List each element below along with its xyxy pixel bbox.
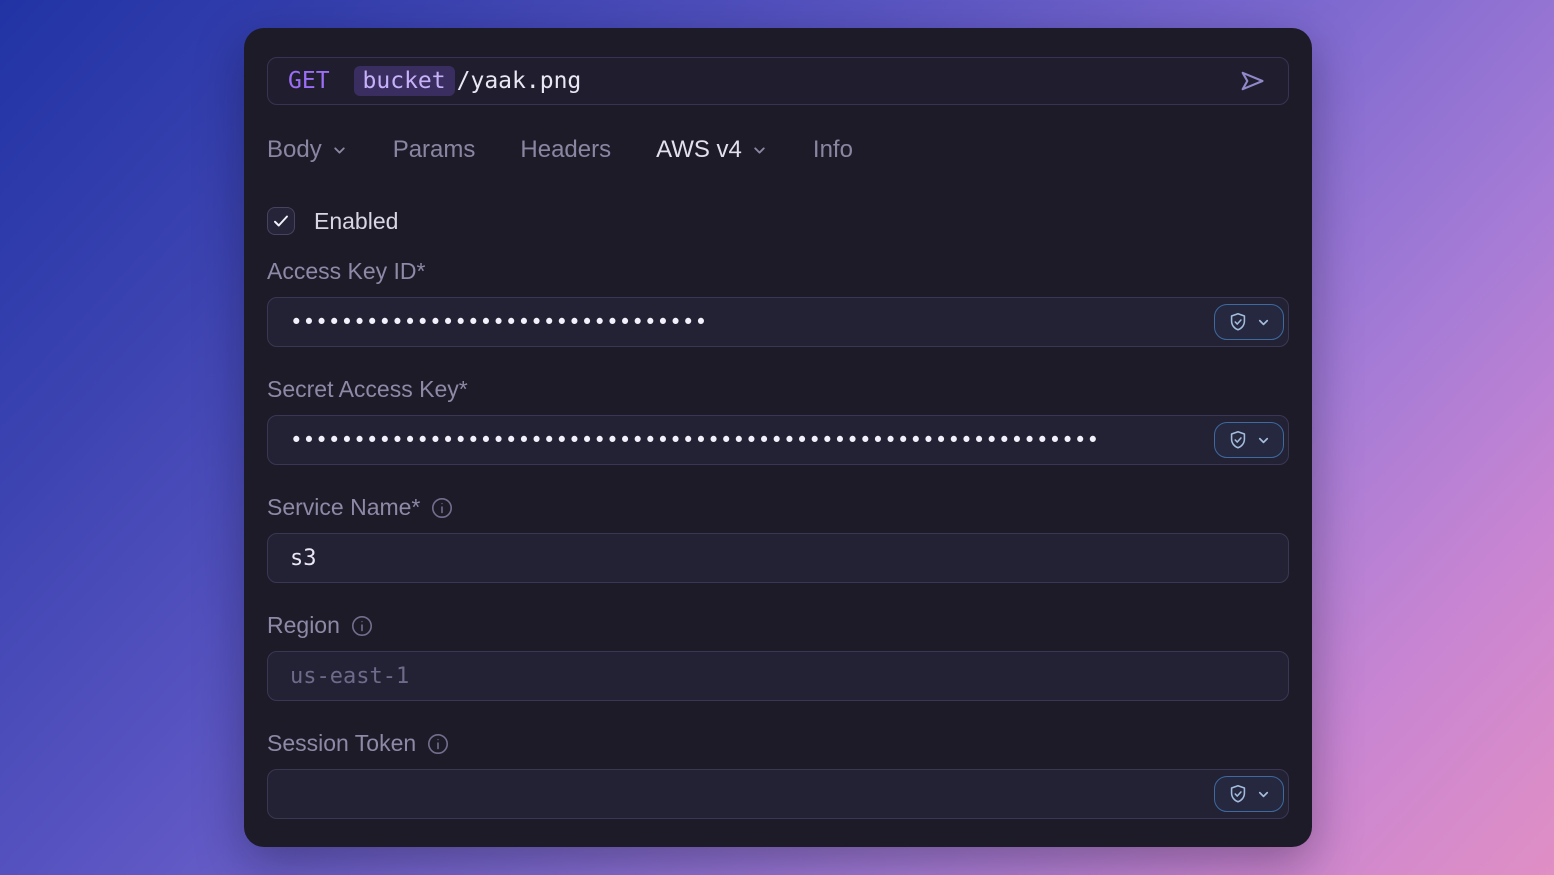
url-template-variable[interactable]: bucket [354, 66, 455, 96]
session-token-secure-dropdown[interactable] [1214, 776, 1284, 812]
service-name-label-text: Service Name* [267, 493, 420, 521]
shield-check-icon [1227, 311, 1249, 333]
session-token-label: Session Token [267, 729, 1289, 757]
access-key-label: Access Key ID* [267, 257, 1289, 285]
access-key-secure-dropdown[interactable] [1214, 304, 1284, 340]
shield-check-icon [1227, 783, 1249, 805]
access-key-masked-value: ••••••••••••••••••••••••••••••••• [290, 310, 707, 334]
chevron-down-icon [1256, 315, 1271, 330]
tab-info[interactable]: Info [813, 136, 853, 164]
info-icon[interactable] [350, 614, 374, 638]
url-bar[interactable]: GET bucket /yaak.png [267, 57, 1289, 105]
enabled-row: Enabled [267, 207, 1289, 235]
service-name-input[interactable] [290, 546, 1266, 571]
secret-key-label-text: Secret Access Key* [267, 375, 468, 403]
service-name-field[interactable] [267, 533, 1289, 583]
service-name-section: Service Name* [267, 493, 1289, 583]
region-input[interactable] [290, 664, 1266, 689]
region-field[interactable] [267, 651, 1289, 701]
region-section: Region [267, 611, 1289, 701]
session-token-input[interactable] [290, 782, 1266, 807]
send-icon [1238, 67, 1266, 95]
checkmark-icon [272, 212, 290, 230]
secret-key-label: Secret Access Key* [267, 375, 1289, 403]
secret-key-secure-dropdown[interactable] [1214, 422, 1284, 458]
access-key-section: Access Key ID* •••••••••••••••••••••••••… [267, 257, 1289, 347]
tab-body[interactable]: Body [267, 135, 348, 166]
region-label-text: Region [267, 611, 340, 639]
session-token-label-text: Session Token [267, 729, 416, 757]
access-key-field[interactable]: ••••••••••••••••••••••••••••••••• [267, 297, 1289, 347]
info-icon[interactable] [430, 496, 454, 520]
request-panel: GET bucket /yaak.png Body Params Headers… [244, 28, 1312, 847]
send-button[interactable] [1236, 65, 1268, 97]
secret-key-field[interactable]: ••••••••••••••••••••••••••••••••••••••••… [267, 415, 1289, 465]
service-name-label: Service Name* [267, 493, 1289, 521]
access-key-label-text: Access Key ID* [267, 257, 426, 285]
tab-body-label: Body [267, 136, 322, 164]
chevron-down-icon [751, 138, 768, 166]
tab-aws-v4-label: AWS v4 [656, 136, 742, 164]
enabled-label: Enabled [314, 208, 398, 235]
chevron-down-icon [331, 138, 348, 166]
url-path[interactable]: /yaak.png [457, 68, 582, 94]
tab-info-label: Info [813, 136, 853, 164]
chevron-down-icon [1256, 787, 1271, 802]
chevron-down-icon [1256, 433, 1271, 448]
tab-headers-label: Headers [520, 136, 611, 164]
tab-headers[interactable]: Headers [520, 136, 611, 164]
session-token-field[interactable] [267, 769, 1289, 819]
enabled-checkbox[interactable] [267, 207, 295, 235]
request-tabs: Body Params Headers AWS v4 Info [267, 135, 1289, 165]
tab-aws-v4[interactable]: AWS v4 [656, 135, 768, 166]
region-label: Region [267, 611, 1289, 639]
info-icon[interactable] [426, 732, 450, 756]
secret-key-masked-value: ••••••••••••••••••••••••••••••••••••••••… [290, 428, 1099, 452]
session-token-section: Session Token [267, 729, 1289, 819]
tab-params[interactable]: Params [393, 136, 476, 164]
tab-params-label: Params [393, 136, 476, 164]
http-method[interactable]: GET [288, 68, 330, 94]
shield-check-icon [1227, 429, 1249, 451]
secret-key-section: Secret Access Key* •••••••••••••••••••••… [267, 375, 1289, 465]
